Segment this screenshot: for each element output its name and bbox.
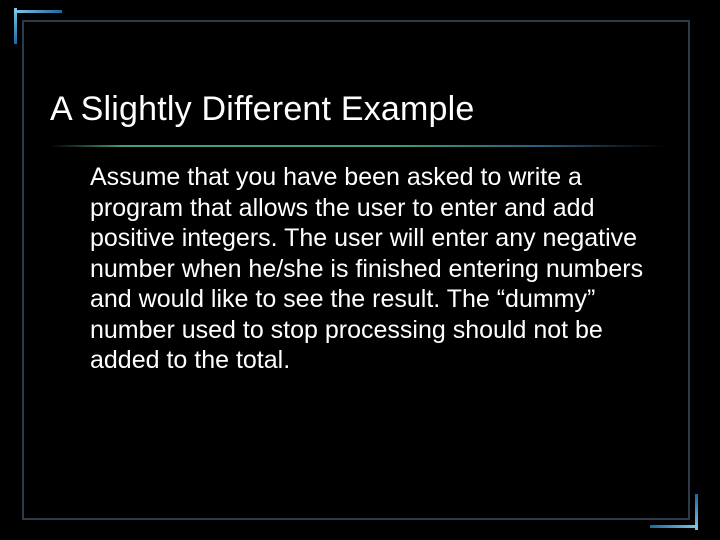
corner-accent-top-left-v: [14, 8, 17, 44]
corner-accent-top-left-h: [14, 10, 62, 13]
presentation-slide: A Slightly Different Example Assume that…: [0, 0, 720, 540]
corner-accent-bottom-right-h: [650, 525, 698, 528]
title-underline: [50, 145, 665, 147]
slide-title: A Slightly Different Example: [50, 90, 665, 129]
slide-body-text: Assume that you have been asked to write…: [90, 162, 645, 376]
